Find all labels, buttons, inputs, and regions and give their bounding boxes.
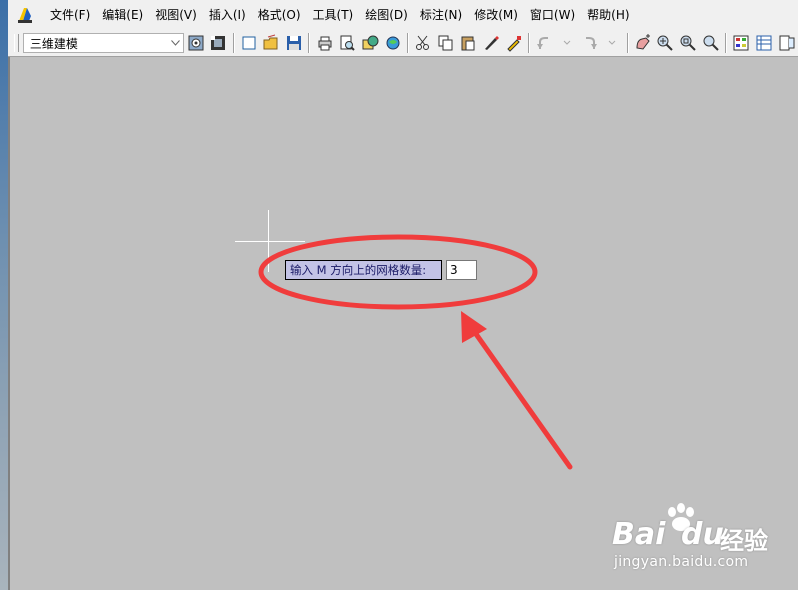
print-preview-icon[interactable] (337, 32, 358, 54)
undo-dropdown-icon[interactable] (557, 32, 578, 54)
watermark-brand-bai: Bai (612, 517, 666, 552)
copy-icon[interactable] (436, 32, 457, 54)
menu-draw[interactable]: 绘图(D) (359, 0, 414, 30)
cut-icon[interactable] (413, 32, 434, 54)
dynamic-input-prompt: 输入 M 方向上的网格数量: (285, 260, 442, 280)
open-file-icon[interactable] (261, 32, 282, 54)
toolbar-separator (406, 33, 409, 53)
menu-window[interactable]: 窗口(W) (524, 0, 581, 30)
design-center-icon[interactable] (754, 32, 775, 54)
toolbar-separator (528, 33, 531, 53)
menu-insert[interactable]: 插入(I) (203, 0, 252, 30)
menu-tools[interactable]: 工具(T) (307, 0, 360, 30)
workspace-value: 三维建模 (29, 36, 78, 51)
toolbar-grip[interactable] (14, 34, 19, 52)
watermark-brand-cn: 经验 (720, 527, 768, 555)
save-workspace-icon[interactable] (208, 32, 229, 54)
menu-edit[interactable]: 编辑(E) (96, 0, 149, 30)
workspace-settings-icon[interactable] (185, 32, 206, 54)
match-properties-icon[interactable] (481, 32, 502, 54)
undo-icon[interactable] (534, 32, 555, 54)
paste-icon[interactable] (458, 32, 479, 54)
watermark-brand-du: du (681, 517, 724, 552)
block-editor-icon[interactable] (503, 32, 524, 54)
pan-icon[interactable] (633, 32, 654, 54)
menu-view[interactable]: 视图(V) (149, 0, 203, 30)
crosshair-cursor-horizontal (235, 241, 305, 242)
menu-help[interactable]: 帮助(H) (581, 0, 635, 30)
toolbar-separator (232, 33, 235, 53)
menu-bar: 文件(F) 编辑(E) 视图(V) 插入(I) 格式(O) 工具(T) 绘图(D… (8, 0, 798, 30)
standard-toolbar: 三维建模 (8, 30, 798, 57)
web-publish-icon[interactable] (382, 32, 403, 54)
app-logo-icon[interactable] (16, 6, 34, 24)
zoom-previous-icon[interactable] (700, 32, 721, 54)
save-icon[interactable] (284, 32, 305, 54)
watermark-url: jingyan.baidu.com (614, 554, 749, 570)
zoom-realtime-icon[interactable] (655, 32, 676, 54)
menu-dimension[interactable]: 标注(N) (414, 0, 468, 30)
baidu-watermark: Bai du 经验 jingyan.baidu.com (612, 503, 798, 588)
publish-icon[interactable] (360, 32, 381, 54)
menu-file[interactable]: 文件(F) (44, 0, 96, 30)
toolbar-separator (725, 33, 728, 53)
menu-modify[interactable]: 修改(M) (468, 0, 524, 30)
print-icon[interactable] (314, 32, 335, 54)
tool-palettes-icon[interactable] (776, 32, 797, 54)
redo-icon[interactable] (579, 32, 600, 54)
workspace-dropdown[interactable]: 三维建模 (22, 33, 185, 53)
new-file-icon[interactable] (239, 32, 260, 54)
menu-format[interactable]: 格式(O) (252, 0, 307, 30)
chevron-down-icon[interactable] (167, 34, 183, 52)
toolbar-separator (626, 33, 629, 53)
properties-icon[interactable] (731, 32, 752, 54)
mesh-count-input[interactable]: 3 (446, 260, 477, 280)
desktop-edge-strip (0, 0, 8, 590)
toolbar-separator (308, 33, 311, 53)
zoom-window-icon[interactable] (678, 32, 699, 54)
crosshair-cursor-vertical (268, 210, 269, 272)
redo-dropdown-icon[interactable] (602, 32, 623, 54)
